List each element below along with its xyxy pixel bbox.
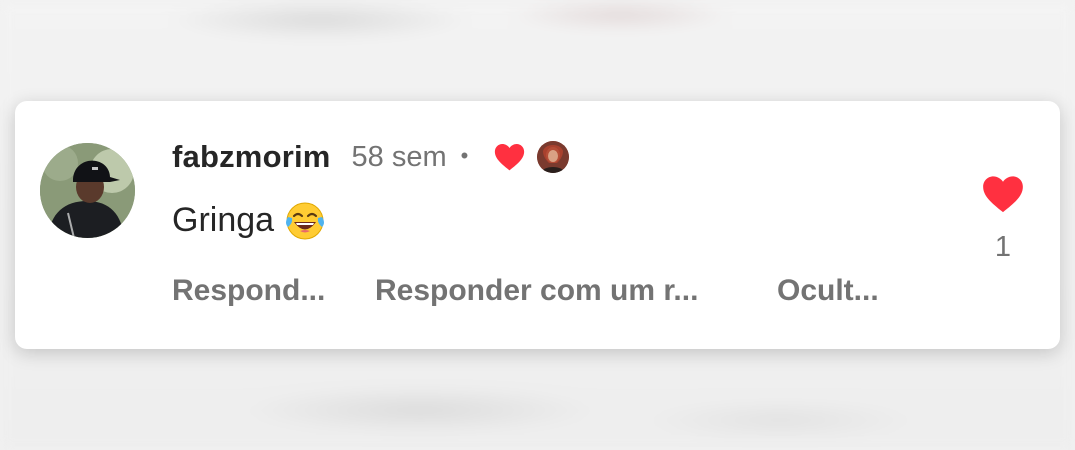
commenter-avatar[interactable] bbox=[40, 143, 135, 238]
comment-header: fabzmorim 58 sem • bbox=[172, 137, 570, 177]
reply-with-reel-button[interactable]: Responder com um r... bbox=[375, 274, 777, 308]
separator-dot: • bbox=[460, 143, 469, 168]
creator-liked-heart-icon bbox=[494, 143, 525, 171]
commenter-username[interactable]: fabzmorim bbox=[172, 139, 331, 175]
comment-body: Gringa bbox=[172, 199, 326, 241]
heart-filled-icon[interactable] bbox=[982, 175, 1024, 213]
creator-avatar bbox=[537, 141, 570, 173]
comment-actions: Respond... Responder com um r... Ocult..… bbox=[172, 271, 879, 311]
comment-text: Gringa bbox=[172, 200, 275, 239]
hide-comment-button[interactable]: Ocult... bbox=[777, 274, 879, 308]
laughing-tears-emoji-icon bbox=[284, 199, 326, 241]
comment-card: fabzmorim 58 sem • Gringa Respond... Res… bbox=[15, 101, 1060, 349]
like-control: 1 bbox=[982, 175, 1024, 264]
avatar-image bbox=[40, 143, 135, 238]
like-count[interactable]: 1 bbox=[995, 231, 1011, 264]
comment-timestamp: 58 sem bbox=[351, 140, 447, 173]
reply-button[interactable]: Respond... bbox=[172, 274, 375, 308]
